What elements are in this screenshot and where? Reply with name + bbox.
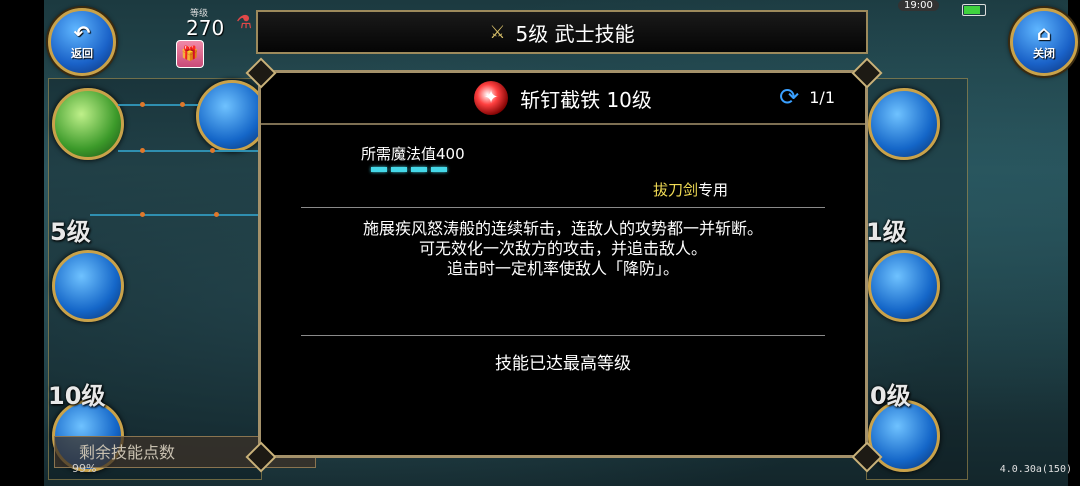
- description-line: 施展疾风怒涛般的连续斩击，连敌人的攻势都一并斩断。: [362, 219, 763, 238]
- skill-link-dot: [210, 148, 215, 153]
- mana-cost-bars: [371, 167, 447, 172]
- back-button[interactable]: ↶ 返回: [48, 8, 116, 76]
- mana-bar-segment: [371, 167, 387, 172]
- row-label-10: 10级: [48, 382, 106, 410]
- skill-orb[interactable]: [868, 250, 940, 322]
- weapon-requirement: 拔刀剑专用: [653, 179, 728, 200]
- window-title: 5级 武士技能: [515, 21, 635, 46]
- potion-icon: ⚗: [236, 12, 253, 33]
- skill-link-dot: [180, 102, 185, 107]
- dialog-header: ✦ 斩钉截铁 10级: [261, 73, 865, 125]
- crossed-swords-icon: ⚔: [489, 21, 506, 43]
- slash-skill-icon: ✦: [474, 81, 509, 115]
- close-button-label: 关闭: [1033, 47, 1055, 60]
- divider-top: [301, 207, 825, 208]
- description-line: 可无效化一次敌方的攻击，并追击敌人。: [418, 239, 707, 258]
- gift-icon[interactable]: 🎁: [176, 40, 204, 68]
- page-indicator[interactable]: ⟳ 1/1: [779, 85, 835, 109]
- skill-link-dot: [214, 212, 219, 217]
- skill-link-dot: [140, 102, 145, 107]
- right-black-bar: [1068, 0, 1080, 486]
- skill-link-dot: [140, 148, 145, 153]
- row-label-5: 5级: [50, 218, 91, 246]
- skill-link-dot: [140, 212, 145, 217]
- weapon-suffix: 专用: [698, 181, 729, 199]
- weapon-name: 拔刀剑: [653, 181, 699, 199]
- description-line: 追击时一定机率使敌人「降防」。: [446, 259, 679, 278]
- max-level-text: 技能已达最高等级: [495, 354, 631, 374]
- window-title-bar: ⚔ 5级 武士技能: [256, 10, 868, 54]
- skill-orb[interactable]: [52, 250, 124, 322]
- mana-bar-segment: [431, 167, 447, 172]
- player-level: 270: [186, 16, 225, 40]
- skill-description: 施展疾风怒涛般的连续斩击，连敌人的攻势都一并斩断。 可无效化一次敌方的攻击，并追…: [301, 219, 825, 279]
- home-icon: ⌂: [1036, 21, 1052, 45]
- skill-orb[interactable]: [52, 88, 124, 160]
- skill-orb[interactable]: [868, 88, 940, 160]
- skill-link-line: [118, 150, 258, 152]
- left-black-bar: [0, 0, 44, 486]
- row-label-right-0: 0级: [870, 382, 911, 410]
- refresh-arrows-icon[interactable]: ⟳: [779, 85, 799, 109]
- skill-detail-dialog: ✦ 斩钉截铁 10级 ⟳ 1/1 所需魔法值400 拔刀剑专用 施展疾风怒涛般的…: [258, 70, 868, 458]
- mana-bar-segment: [391, 167, 407, 172]
- close-button[interactable]: ⌂ 关闭: [1010, 8, 1078, 76]
- skill-name: 斩钉截铁 10级: [520, 87, 652, 112]
- load-percent: 99%: [72, 462, 97, 475]
- battery-icon: [962, 4, 986, 16]
- page-number: 1/1: [809, 87, 835, 107]
- mana-required: 所需魔法值400: [361, 145, 465, 163]
- system-time: 19:00: [898, 0, 939, 11]
- back-button-label: 返回: [71, 47, 93, 60]
- divider-bottom: [301, 335, 825, 336]
- version-label: 4.0.30a(150): [999, 464, 1072, 475]
- back-arrow-icon: ↶: [73, 21, 91, 45]
- row-label-right-1: 1级: [866, 218, 907, 246]
- skill-link-line: [118, 104, 198, 106]
- mana-bar-segment: [411, 167, 427, 172]
- skill-link-line: [90, 214, 258, 216]
